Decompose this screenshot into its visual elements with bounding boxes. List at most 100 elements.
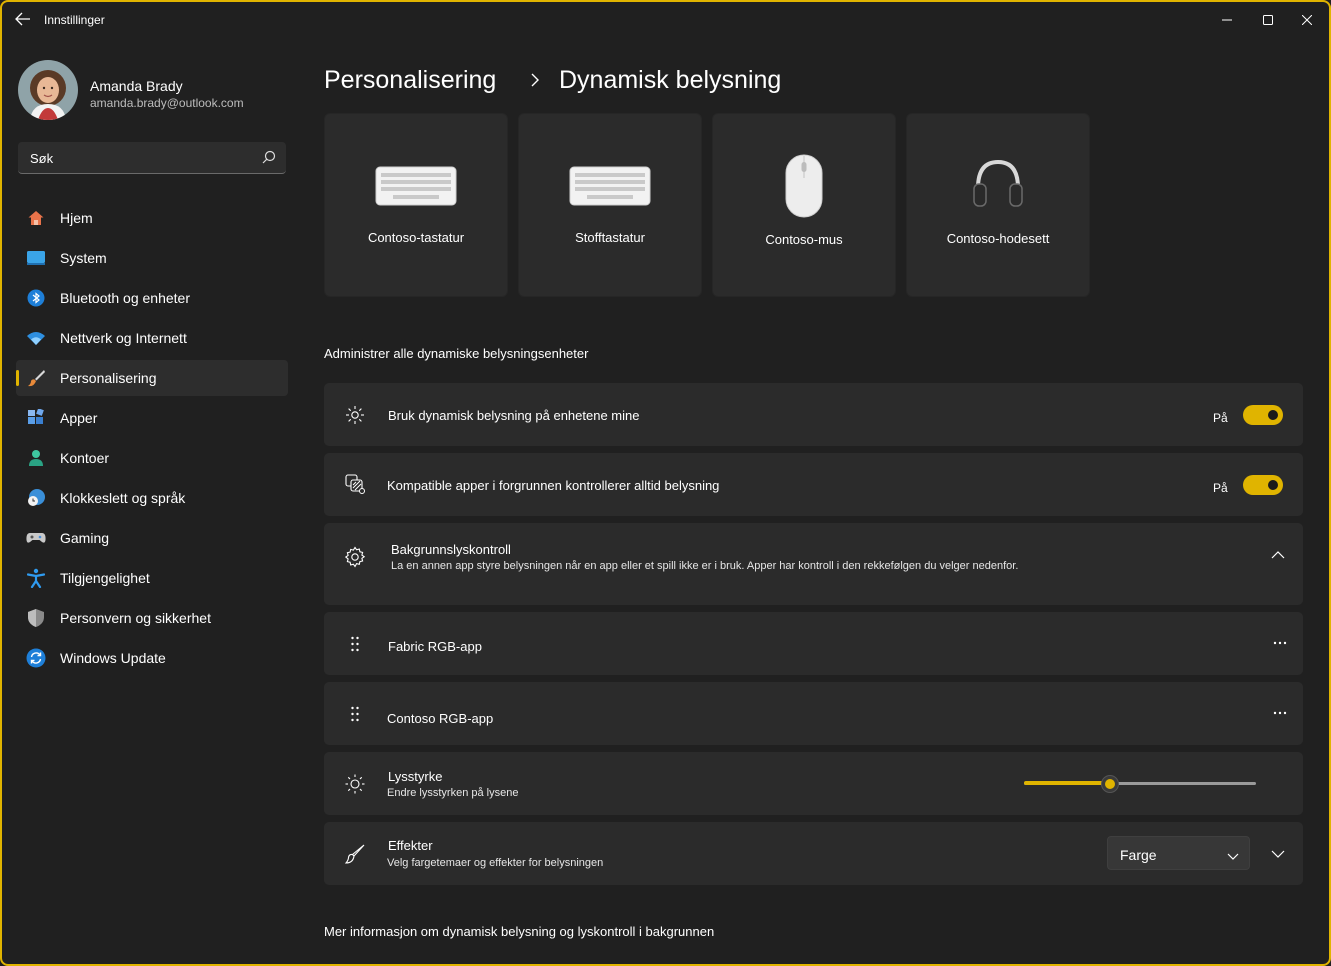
maximize-button[interactable] xyxy=(1250,8,1286,32)
compatible-apps-card: Kompatible apper i forgrunnen kontroller… xyxy=(324,453,1303,516)
device-card[interactable]: Contoso-hodesett xyxy=(906,113,1090,297)
sidebar-item-label: Kontoer xyxy=(60,450,110,466)
drag-handle-icon[interactable] xyxy=(344,633,366,655)
close-icon xyxy=(1302,15,1312,25)
background-control-card[interactable]: Bakgrunnslyskontroll La en annen app sty… xyxy=(324,523,1303,605)
effects-card: Effekter Velg fargetemaer og effekter fo… xyxy=(324,822,1303,885)
brightness-slider[interactable] xyxy=(1024,775,1256,793)
toggle-state-label: På xyxy=(1213,411,1228,425)
gamepad-icon xyxy=(26,528,46,548)
use-lighting-toggle[interactable] xyxy=(1243,405,1283,425)
sidebar-item-label: Bluetooth og enheter xyxy=(60,290,190,306)
sidebar-item-klokkeslett[interactable]: Klokkeslett og språk xyxy=(16,480,288,516)
gear-icon xyxy=(344,546,366,568)
search-box[interactable] xyxy=(18,142,286,174)
avatar-image xyxy=(18,60,78,120)
sidebar-item-bluetooth[interactable]: Bluetooth og enheter xyxy=(16,280,288,316)
sidebar-item-label: Hjem xyxy=(60,210,93,226)
search-input[interactable] xyxy=(30,151,250,166)
mouse-icon xyxy=(713,154,895,218)
close-button[interactable] xyxy=(1289,8,1325,32)
device-label: Stofftastatur xyxy=(575,230,645,245)
device-card[interactable]: Contoso-mus xyxy=(712,113,896,297)
bluetooth-icon xyxy=(26,288,46,308)
effects-dropdown[interactable]: Farge xyxy=(1107,836,1250,870)
apps-icon xyxy=(26,408,46,428)
sidebar-item-label: Personalisering xyxy=(60,370,157,386)
drag-handle-icon[interactable] xyxy=(344,703,366,725)
settings-window: Innstillinger Amanda Brady amanda.brady@… xyxy=(0,0,1331,966)
search-icon[interactable] xyxy=(262,150,276,169)
device-card[interactable]: Contoso-tastatur xyxy=(324,113,508,297)
brightness-title: Lysstyrke xyxy=(388,769,443,784)
more-info-link[interactable]: Mer informasjon om dynamisk belysning og… xyxy=(324,924,714,939)
device-label: Contoso-hodesett xyxy=(946,231,1050,246)
keyboard-icon xyxy=(325,166,507,206)
sidebar-item-windows-update[interactable]: Windows Update xyxy=(16,640,288,676)
device-card[interactable]: Stofftastatur xyxy=(518,113,702,297)
avatar[interactable] xyxy=(18,60,78,120)
device-label: Contoso-mus xyxy=(765,232,843,247)
sidebar-item-label: Personvern og sikkerhet xyxy=(60,610,211,626)
background-control-description: La en annen app styre belysningen når en… xyxy=(391,560,1019,572)
accessibility-icon xyxy=(26,568,46,588)
sidebar-item-label: Windows Update xyxy=(60,650,166,666)
update-icon xyxy=(26,648,46,668)
sidebar-item-apper[interactable]: Apper xyxy=(16,400,288,436)
sidebar-item-kontoer[interactable]: Kontoer xyxy=(16,440,288,476)
back-button[interactable] xyxy=(14,11,34,29)
sidebar-item-nettverk[interactable]: Nettverk og Internett xyxy=(16,320,288,356)
system-icon xyxy=(26,248,46,268)
compatible-apps-title: Kompatible apper i forgrunnen kontroller… xyxy=(387,478,720,493)
wifi-icon xyxy=(26,328,46,348)
sidebar-item-label: Tilgjengelighet xyxy=(60,570,150,586)
brightness-card: Lysstyrke Endre lysstyrken på lysene xyxy=(324,752,1303,815)
shield-icon xyxy=(26,608,46,628)
use-lighting-title: Bruk dynamisk belysning på enhetene mine xyxy=(388,408,640,423)
sidebar-item-gaming[interactable]: Gaming xyxy=(16,520,288,556)
chevron-down-icon xyxy=(1227,848,1239,866)
minimize-icon xyxy=(1222,19,1232,21)
page-title: Dynamisk belysning xyxy=(559,66,782,94)
brush-icon xyxy=(26,368,46,388)
breadcrumb-parent[interactable]: Personalisering xyxy=(324,66,496,95)
back-arrow-icon xyxy=(15,12,30,26)
keyboard-icon xyxy=(519,166,701,206)
home-icon xyxy=(26,208,46,228)
maximize-icon xyxy=(1263,15,1273,25)
sidebar-nav: Hjem System Bluetooth og enheter Nettver… xyxy=(16,200,288,680)
more-options-icon[interactable] xyxy=(1270,708,1290,718)
chevron-down-icon[interactable] xyxy=(1268,844,1288,864)
device-label: Contoso-tastatur xyxy=(367,230,465,245)
chevron-up-icon[interactable] xyxy=(1268,545,1288,565)
sidebar-item-label: System xyxy=(60,250,107,266)
more-options-icon[interactable] xyxy=(1270,638,1290,648)
slider-fill xyxy=(1024,781,1110,785)
window-title: Innstillinger xyxy=(44,13,105,27)
sidebar-item-tilgjengelighet[interactable]: Tilgjengelighet xyxy=(16,560,288,596)
app-name: Fabric RGB-app xyxy=(388,639,482,654)
effects-title: Effekter xyxy=(388,838,433,853)
sidebar-item-label: Apper xyxy=(60,410,98,426)
apps-control-icon xyxy=(344,473,366,495)
sidebar-item-label: Gaming xyxy=(60,530,110,546)
sidebar-item-personvern[interactable]: Personvern og sikkerhet xyxy=(16,600,288,636)
slider-thumb[interactable] xyxy=(1100,775,1119,793)
sidebar-item-label: Klokkeslett og språk xyxy=(60,490,186,506)
brightness-description: Endre lysstyrken på lysene xyxy=(387,787,519,799)
toggle-state-label: På xyxy=(1213,481,1228,495)
background-control-title: Bakgrunnslyskontroll xyxy=(391,542,511,557)
user-email: amanda.brady@outlook.com xyxy=(90,96,244,110)
app-priority-row[interactable]: Fabric RGB-app xyxy=(324,612,1303,675)
app-priority-row[interactable]: Contoso RGB-app xyxy=(324,682,1303,745)
chevron-right-icon xyxy=(530,72,540,93)
sidebar-item-hjem[interactable]: Hjem xyxy=(16,200,288,236)
sidebar-item-label: Nettverk og Internett xyxy=(60,330,187,346)
sidebar-item-personalisering[interactable]: Personalisering xyxy=(16,360,288,396)
clock-globe-icon xyxy=(26,488,46,508)
effects-dropdown-value: Farge xyxy=(1120,847,1157,863)
minimize-button[interactable] xyxy=(1209,8,1245,32)
headset-icon xyxy=(907,158,1089,208)
compatible-apps-toggle[interactable] xyxy=(1243,475,1283,495)
sidebar-item-system[interactable]: System xyxy=(16,240,288,276)
